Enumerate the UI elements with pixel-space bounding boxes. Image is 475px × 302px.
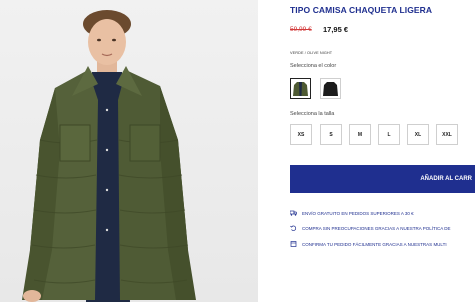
jacket-black-thumbnail-icon <box>323 82 338 96</box>
sale-price: 17,95 € <box>323 25 349 34</box>
return-icon <box>290 225 297 231</box>
feature-text: ENVÍO GRATUITO EN PEDIDOS SUPERIORES A 3… <box>302 210 414 216</box>
calendar-icon <box>290 241 297 247</box>
color-name: VERDE / OLIVE NIGHT <box>290 51 333 55</box>
feature-returns: COMPRA SIN PREOCUPACIONES GRACIAS A NUES… <box>290 224 475 232</box>
size-option-s[interactable]: S <box>320 124 342 145</box>
size-label: Selecciona la talla <box>290 111 335 117</box>
model-wearing-jacket-image <box>22 10 196 302</box>
feature-confirm-order: CONFIRMA TU PEDIDO FÁCILMENTE GRACIAS A … <box>290 240 475 248</box>
product-photo <box>0 0 258 302</box>
size-option-l[interactable]: L <box>378 124 400 145</box>
product-title: TIPO CAMISA CHAQUETA LIGERA <box>290 5 433 15</box>
truck-icon <box>290 210 297 216</box>
jacket-olive-thumbnail-icon <box>293 82 308 96</box>
add-to-cart-button[interactable]: AÑADIR AL CARR <box>290 165 475 193</box>
size-option-xs[interactable]: XS <box>290 124 312 145</box>
color-label: Selecciona el color <box>290 63 337 69</box>
size-option-xxl[interactable]: XXL <box>436 124 458 145</box>
feature-free-shipping: ENVÍO GRATUITO EN PEDIDOS SUPERIORES A 3… <box>290 209 475 217</box>
size-option-m[interactable]: M <box>349 124 371 145</box>
product-info-panel: TIPO CAMISA CHAQUETA LIGERA 59,99 € 17,9… <box>290 0 475 302</box>
original-price: 59,99 € <box>290 26 312 33</box>
color-swatch-black[interactable] <box>320 78 341 99</box>
color-swatch-olive[interactable] <box>290 78 311 99</box>
size-option-xl[interactable]: XL <box>407 124 429 145</box>
feature-text: CONFIRMA TU PEDIDO FÁCILMENTE GRACIAS A … <box>302 241 447 247</box>
feature-text: COMPRA SIN PREOCUPACIONES GRACIAS A NUES… <box>302 225 451 231</box>
